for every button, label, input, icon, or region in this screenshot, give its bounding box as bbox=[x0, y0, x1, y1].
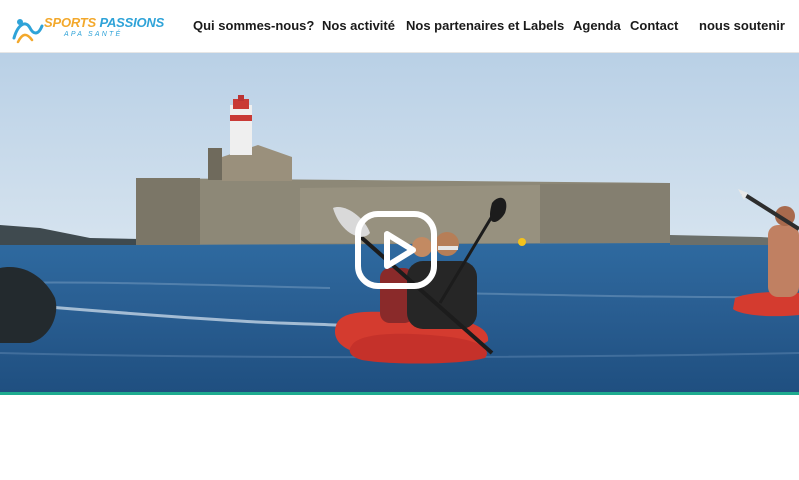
logo-swirl-icon bbox=[12, 19, 44, 44]
site-header: SPORTS PASSIONS APA SANTÉ Qui sommes-nou… bbox=[0, 0, 799, 53]
site-logo[interactable]: SPORTS PASSIONS APA SANTÉ bbox=[12, 12, 164, 46]
play-icon bbox=[355, 211, 437, 289]
nav-item-nous-soutenir[interactable]: nous soutenir bbox=[699, 18, 785, 36]
logo-word-sports: SPORTS bbox=[44, 15, 97, 30]
nav-item-agenda[interactable]: Agenda bbox=[573, 18, 621, 36]
logo-tagline: APA SANTÉ bbox=[64, 31, 123, 38]
nav-item-contact[interactable]: Contact bbox=[630, 18, 678, 36]
play-button[interactable] bbox=[354, 210, 438, 290]
nav-item-qui-sommes-nous[interactable]: Qui sommes-nous? bbox=[193, 18, 314, 36]
nav-item-nos-activite[interactable]: Nos activité bbox=[322, 18, 395, 36]
hero-video[interactable] bbox=[0, 53, 799, 392]
logo-word-passions: PASSIONS bbox=[99, 15, 165, 30]
content-area bbox=[0, 395, 799, 480]
nav-item-partenaires-labels[interactable]: Nos partenaires et Labels bbox=[406, 18, 564, 36]
logo-text: SPORTS PASSIONS bbox=[44, 15, 164, 30]
